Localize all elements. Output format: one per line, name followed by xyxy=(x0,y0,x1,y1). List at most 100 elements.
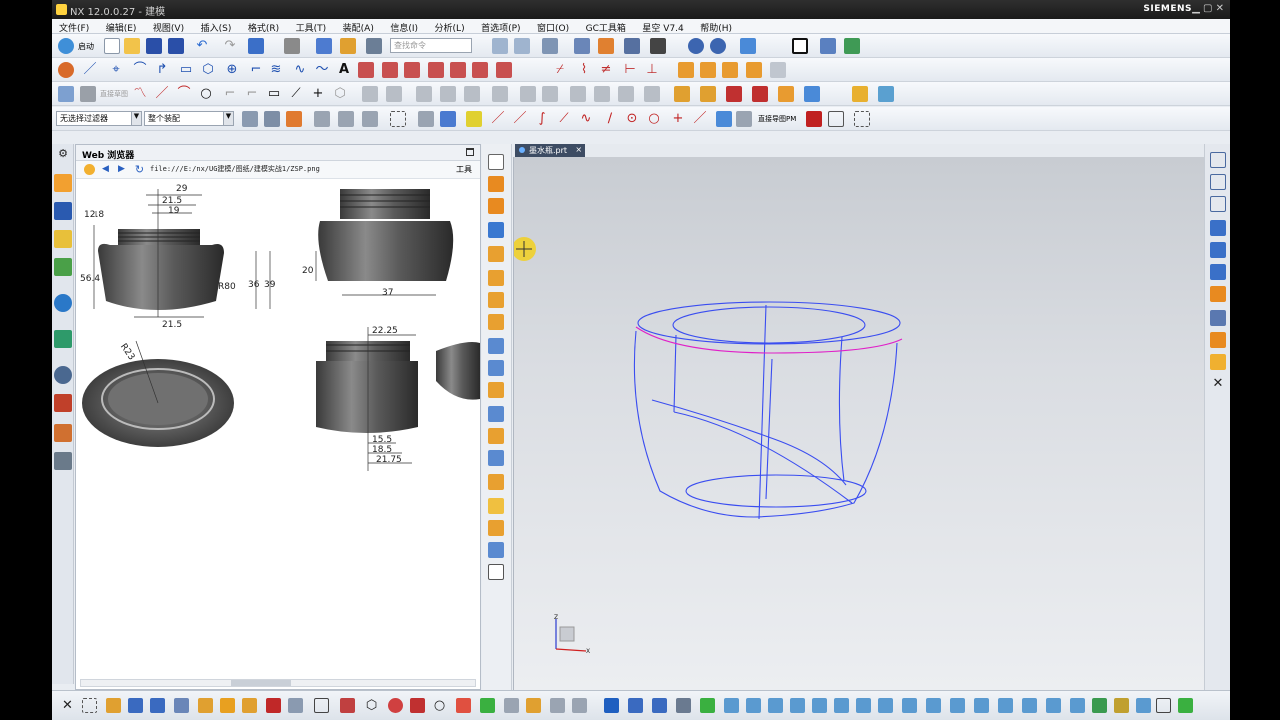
menu-window[interactable]: 窗口(O) xyxy=(530,19,575,34)
roles-icon[interactable] xyxy=(54,452,72,470)
assembly-navigator-icon[interactable] xyxy=(54,174,72,192)
point-on-surface-icon[interactable]: + xyxy=(670,111,686,127)
n-sided-icon[interactable] xyxy=(804,86,820,102)
wireframe-mode-icon[interactable] xyxy=(1210,310,1226,326)
revolve-icon[interactable] xyxy=(700,62,716,78)
view-iso-icon[interactable] xyxy=(1210,220,1226,236)
dimension-icon[interactable] xyxy=(650,38,666,54)
ellipse-icon[interactable]: ⌐ xyxy=(248,62,264,78)
spline-icon[interactable]: ∿ xyxy=(292,62,308,78)
fix-icon[interactable] xyxy=(998,698,1013,713)
center-icon[interactable] xyxy=(950,698,965,713)
menu-view[interactable]: 视图(V) xyxy=(146,19,190,34)
cut-icon[interactable] xyxy=(248,38,264,54)
measure-angle-icon[interactable] xyxy=(790,698,805,713)
reposition-icon[interactable] xyxy=(834,698,849,713)
type-filter-select[interactable]: 无选择过滤器 ▼ xyxy=(56,111,142,126)
snap-grid-icon[interactable] xyxy=(338,111,354,127)
pen-icon[interactable] xyxy=(220,698,235,713)
tools-extra-icon[interactable] xyxy=(878,86,894,102)
studio-mode-icon[interactable] xyxy=(1210,332,1226,348)
sketch-auto-constraint-icon[interactable] xyxy=(570,86,586,102)
close-icon[interactable]: × xyxy=(575,145,582,154)
wireframe-model[interactable]: Z X xyxy=(512,157,1205,690)
edge-display-icon[interactable] xyxy=(820,38,836,54)
cylinder-feature-icon[interactable] xyxy=(488,246,504,262)
through-curves-icon[interactable] xyxy=(700,86,716,102)
finish-sketch-icon[interactable] xyxy=(80,86,96,102)
red-x-icon[interactable] xyxy=(456,698,471,713)
paste-icon[interactable] xyxy=(340,38,356,54)
book-icon[interactable] xyxy=(652,698,667,713)
sketch-chamfer-icon[interactable]: ⌐ xyxy=(244,86,260,102)
redo-icon[interactable]: ↷ xyxy=(222,38,238,54)
face-filter-icon[interactable] xyxy=(418,111,434,127)
navigator-icon[interactable] xyxy=(716,111,732,127)
menu-preferences[interactable]: 首选项(P) xyxy=(474,19,526,34)
feature-more-icon[interactable] xyxy=(770,62,786,78)
green-tool-icon[interactable] xyxy=(480,698,495,713)
polygon-icon[interactable]: ⬡ xyxy=(200,62,216,78)
pattern-feature-icon[interactable] xyxy=(488,520,504,536)
sketch-line-icon[interactable]: ／ xyxy=(154,86,170,102)
refresh-icon[interactable]: ↻ xyxy=(134,164,145,175)
trim-curve-icon[interactable]: ⌿ xyxy=(552,62,568,78)
home-icon[interactable] xyxy=(84,164,95,175)
green-ball-icon[interactable] xyxy=(1092,698,1107,713)
sketch-mirror-icon[interactable] xyxy=(416,86,432,102)
open-folder-icon[interactable] xyxy=(124,38,140,54)
sketch-project-icon[interactable] xyxy=(464,86,480,102)
spring-icon[interactable] xyxy=(1070,698,1085,713)
layer-icon[interactable] xyxy=(492,38,508,54)
perpendicular-icon[interactable] xyxy=(1046,698,1061,713)
delete-icon[interactable] xyxy=(366,38,382,54)
offset-curve-icon[interactable] xyxy=(358,62,374,78)
gear-icon[interactable]: ⚙ xyxy=(54,146,72,164)
mirror-feature-icon[interactable] xyxy=(488,542,504,558)
constraint-icon[interactable] xyxy=(856,698,871,713)
sketch-constraint-icon[interactable] xyxy=(542,86,558,102)
emboss-icon[interactable] xyxy=(488,498,504,514)
quadrant-icon[interactable]: ∕ xyxy=(602,111,618,127)
view-right-icon[interactable] xyxy=(1210,196,1226,212)
divide-curve-icon[interactable]: ⌇ xyxy=(576,62,592,78)
intersection-point-icon[interactable]: ⟋ xyxy=(556,111,572,127)
profile-icon[interactable]: 〽 xyxy=(132,86,148,102)
edit-curve-icon[interactable]: ≠ xyxy=(598,62,614,78)
align-icon[interactable] xyxy=(902,698,917,713)
transform-icon[interactable] xyxy=(340,698,355,713)
pocket-feature-icon[interactable] xyxy=(488,314,504,330)
save-icon[interactable] xyxy=(146,38,162,54)
view-trimetric-icon[interactable] xyxy=(1210,242,1226,258)
table-icon[interactable] xyxy=(628,698,643,713)
snap-point-icon[interactable] xyxy=(314,111,330,127)
sketch-icon[interactable] xyxy=(58,62,74,78)
helix-icon[interactable]: ≋ xyxy=(268,62,284,78)
fillet-curve-icon[interactable]: ↱ xyxy=(154,62,170,78)
record-icon[interactable] xyxy=(388,698,403,713)
select-box-icon[interactable] xyxy=(264,111,280,127)
assembly-red-icon[interactable] xyxy=(806,111,822,127)
bounding-point-icon[interactable]: ／ xyxy=(692,111,708,127)
layer-move-icon[interactable] xyxy=(288,698,303,713)
view-front-icon[interactable] xyxy=(1210,152,1226,168)
new-file-icon[interactable] xyxy=(104,38,120,54)
menu-xingkong[interactable]: 星空 V7.4 xyxy=(635,19,689,34)
gear-small-icon[interactable] xyxy=(746,698,761,713)
save-as-icon[interactable] xyxy=(168,38,184,54)
point-icon[interactable] xyxy=(574,38,590,54)
explode-icon[interactable] xyxy=(174,698,189,713)
wrap-curve-icon[interactable] xyxy=(496,62,512,78)
intersect-curve-icon[interactable] xyxy=(428,62,444,78)
circle-center-icon[interactable]: ⊕ xyxy=(224,62,240,78)
chamfer-icon[interactable] xyxy=(488,360,504,376)
menu-analysis[interactable]: 分析(L) xyxy=(428,19,471,34)
sketch-point-icon[interactable]: + xyxy=(310,86,326,102)
body-filter-icon[interactable] xyxy=(440,111,456,127)
part-navigator-icon[interactable] xyxy=(54,230,72,248)
scroll-thumb[interactable] xyxy=(231,680,291,686)
parallel-icon[interactable] xyxy=(1022,698,1037,713)
menu-info[interactable]: 信息(I) xyxy=(383,19,424,34)
snowflake-icon[interactable] xyxy=(676,698,691,713)
ruled-icon[interactable] xyxy=(752,86,768,102)
